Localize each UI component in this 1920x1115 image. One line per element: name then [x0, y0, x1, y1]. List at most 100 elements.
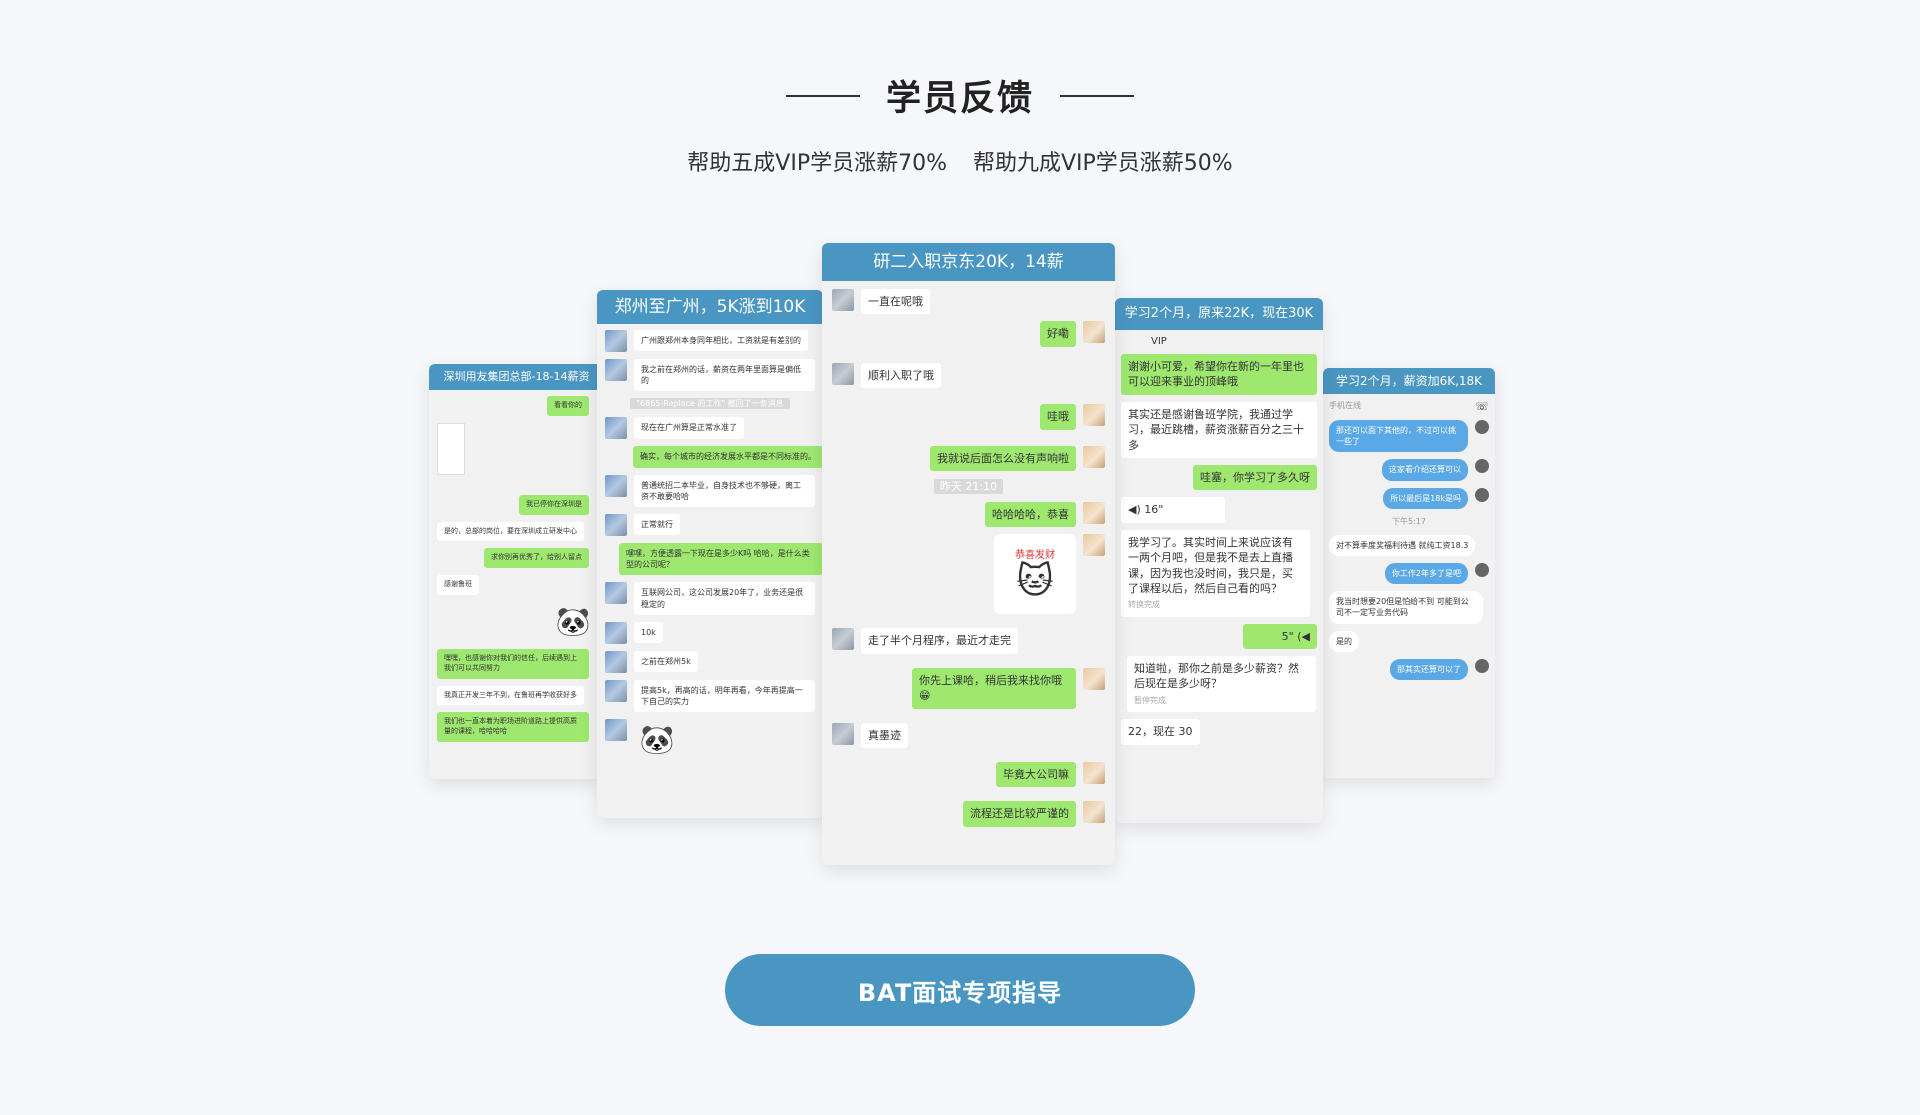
title-row: 学员反馈: [0, 70, 1920, 121]
card-3-chat: 一直在呢哦 好嘞 顺利入职了哦 哇哦 我就说后面怎么没有声响啦 昨天 21:10…: [822, 281, 1115, 842]
avatar: [1475, 487, 1489, 502]
message-bubble: 我学习了。其实时间上来说应该有一两个月吧，但是我不是去上直播课，因为我也没时间，…: [1121, 529, 1310, 617]
chat-message: 流程还是比较严谨的: [832, 801, 1105, 827]
chat-message: 普通统招二本毕业，自身技术也不够硬，离工资不敢要哈哈: [605, 474, 815, 507]
chat-message: 我学习了。其实时间上来说应该有一两个月吧，但是我不是去上直播课，因为我也没时间，…: [1121, 529, 1317, 617]
chat-message: 我当时想要20但是怕给不到 可能到公司不一定写业务代码: [1329, 591, 1489, 624]
chat-message: 互联网公司，这公司发展20年了，业务还是很稳定的: [605, 582, 815, 615]
timestamp: 下午5:17: [1329, 516, 1489, 527]
chat-message: 确实，每个城市的经济发展水平都是不同标准的。: [605, 446, 823, 468]
voice-message[interactable]: ◀) 16": [1121, 497, 1225, 523]
message-bubble: 广州跟郑州本身同年相比，工资就是有差别的: [634, 330, 808, 352]
chat-message: 那还可以面下其他的，不过可以挑一些了: [1329, 420, 1489, 453]
message-bubble: 我已停你在深圳是: [519, 494, 589, 515]
message-bubble: 感谢鲁班: [437, 575, 479, 595]
chat-message: ◀) 16": [1121, 497, 1317, 523]
message-text: 知道啦，那你之前是多少薪资？然后现在是多少呀？: [1134, 662, 1299, 691]
message-bubble: 我们也一直本着为职场进阶道路上提供高质量的课程，哈哈哈哈: [437, 712, 589, 742]
chat-message: 看看你的: [437, 396, 596, 416]
voice-message[interactable]: 5" (◀: [1243, 623, 1317, 650]
chat-message: 10k: [605, 621, 815, 644]
avatar: [1083, 501, 1105, 524]
chat-message: 我已停你在深圳是: [437, 494, 596, 515]
chat-message: 哇塞，你学习了多久呀: [1121, 464, 1317, 491]
feedback-card-4: 学习2个月，原来22K，现在30K VIP 谢谢小可爱，希望你在新的一年里也可以…: [1115, 298, 1323, 823]
chat-message: 你工作2年多了是吧: [1329, 562, 1489, 585]
message-bubble: 我就说后面怎么没有声响啦: [930, 445, 1076, 471]
message-text: 我学习了。其实时间上来说应该有一两个月吧，但是我不是去上直播课，因为我也没时间，…: [1128, 535, 1293, 595]
chat-message: 好嘞: [832, 321, 1105, 347]
chat-message: 那其实还算可以了: [1329, 658, 1489, 680]
message-bubble: 现在在广州算是正常水准了: [634, 417, 744, 439]
card-2-chat: 广州跟郑州本身同年相比，工资就是有差别的 我之前在郑州的话，薪资在两年里面算是偏…: [597, 324, 823, 772]
avatar: [1083, 801, 1105, 824]
chat-message: 提高5k，再高的话，明年再看，今年再提高一下自己的实力: [605, 679, 815, 713]
message-bubble: 我当时想要20但是怕给不到 可能到公司不一定写业务代码: [1329, 591, 1483, 624]
avatar: [605, 513, 627, 536]
message-bubble: 那其实还算可以了: [1390, 658, 1468, 680]
chat-message: 我就说后面怎么没有声响啦: [832, 445, 1105, 471]
timestamp: 昨天 21:10: [832, 478, 1105, 494]
message-bubble: 我真正开发三年不到，在鲁班再学收获好多: [437, 685, 584, 706]
avatar: [605, 719, 627, 742]
avatar: [1475, 562, 1489, 577]
system-notice: "6865-Replace 的工作" 撤回了一条消息: [605, 398, 815, 410]
avatar: [605, 582, 627, 605]
sticker-text: 恭喜发财: [1015, 550, 1055, 562]
card-3-title: 研二入职京东20K，14薪: [822, 243, 1115, 281]
card-2-title: 郑州至广州，5K涨到10K: [597, 290, 823, 324]
message-bubble: 之前在郑州5k: [634, 650, 698, 672]
phone-icon[interactable]: ☏: [1475, 400, 1489, 413]
message-bubble: 毕竟大公司嘛: [996, 761, 1076, 788]
card-5-chat: 手机在线 ☏ 那还可以面下其他的，不过可以挑一些了 这家看介绍还算可以 所以最后…: [1323, 394, 1495, 693]
chat-message: 对不算季度奖福利待遇 就纯工资18.3: [1329, 534, 1489, 556]
message-bubble: 一直在呢哦: [861, 289, 930, 315]
message-bubble: 哇塞，你学习了多久呀: [1193, 464, 1317, 491]
section-subtitle: 帮助五成VIP学员涨薪70% 帮助九成VIP学员涨薪50%: [0, 145, 1920, 177]
message-bubble: 嘿嘿，也感谢你对我们的信任，后续遇到上我们可以共同努力: [437, 648, 589, 679]
chat-message: 🐼: [605, 719, 815, 759]
chat-message: 这家看介绍还算可以: [1329, 459, 1489, 481]
chat-message: 是的: [1329, 630, 1489, 652]
voice-icon: ◀): [1128, 503, 1141, 517]
avatar: [1083, 445, 1105, 468]
avatar: [832, 628, 854, 651]
chat-message: 一直在呢哦: [832, 289, 1105, 315]
message-bubble: 你先上课哈，稍后我来找你哦 😁: [912, 667, 1076, 709]
avatar: [1083, 321, 1105, 344]
avatar: [605, 679, 627, 702]
avatar: [605, 474, 627, 497]
transcribe-status: 转换完成: [1128, 600, 1160, 610]
card-4-title: 学习2个月，原来22K，现在30K: [1115, 298, 1323, 330]
message-text: 你先上课哈，稍后我来找你哦: [919, 673, 1062, 687]
title-divider-right: [1060, 94, 1134, 97]
message-bubble: 你工作2年多了是吧: [1384, 562, 1468, 585]
message-bubble: 22，现在 30: [1121, 719, 1200, 745]
avatar: [605, 621, 627, 644]
section-header: 学员反馈 帮助五成VIP学员涨薪70% 帮助九成VIP学员涨薪50%: [0, 70, 1920, 177]
message-bubble: 哈哈哈哈，恭喜: [985, 501, 1076, 528]
feedback-card-3: 研二入职京东20K，14薪 一直在呢哦 好嘞 顺利入职了哦 哇哦 我就说后面怎么…: [822, 243, 1115, 865]
message-bubble: 正常就行: [634, 513, 680, 536]
bat-interview-guide-button[interactable]: BAT面试专项指导: [725, 954, 1195, 1026]
cat-sticker-icon: 恭喜发财 🐱: [994, 534, 1076, 615]
avatar: [1475, 420, 1489, 434]
message-bubble: 这家看介绍还算可以: [1382, 459, 1468, 481]
avatar: [1475, 658, 1489, 673]
avatar: [605, 330, 627, 352]
chat-message: 之前在郑州5k: [605, 650, 815, 673]
chat-message: 所以最后是18k是吗: [1329, 487, 1489, 509]
chat-message: 是的，总部的岗位，要在深圳成立研发中心: [437, 521, 596, 542]
chat-message: 嘿嘿，方便透露一下现在是多少K吗 哈哈，是什么类型的公司呢？: [605, 542, 823, 576]
online-status: 手机在线: [1329, 401, 1361, 410]
chat-message: 其实还是感谢鲁班学院，我通过学习，最近跳槽，薪资涨薪百分之三十多: [1121, 401, 1317, 458]
avatar: [605, 650, 627, 673]
panda-sticker-icon: 🐼: [555, 605, 591, 639]
chat-message: 毕竟大公司嘛: [832, 761, 1105, 788]
chat-message: 哈哈哈哈，恭喜: [832, 501, 1105, 528]
message-bubble: 提高5k，再高的话，明年再看，今年再提高一下自己的实力: [634, 679, 815, 713]
chat-header-row: 手机在线 ☏: [1329, 400, 1489, 413]
message-bubble: 哇哦: [1040, 404, 1076, 430]
avatar: [1083, 761, 1105, 784]
chat-message: 知道啦，那你之前是多少薪资？然后现在是多少呀？ 暂停完成: [1121, 656, 1317, 713]
